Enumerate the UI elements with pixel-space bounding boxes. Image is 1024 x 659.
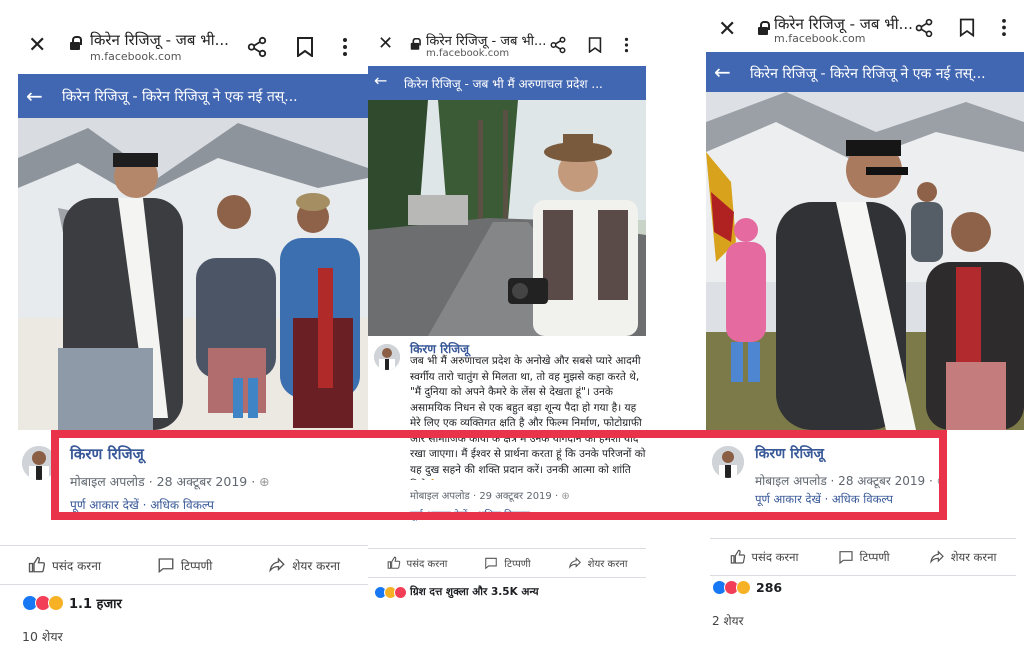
page-url: m.facebook.com	[426, 48, 510, 59]
lock-icon	[758, 21, 770, 39]
love-reaction-icon	[394, 585, 407, 599]
page-url: m.facebook.com	[90, 50, 182, 63]
comment-button[interactable]: टिप्पणी	[484, 556, 531, 570]
share-button[interactable]: शेयर करना	[268, 556, 340, 574]
comment-icon	[158, 558, 174, 574]
lock-icon	[410, 37, 421, 53]
like-icon	[387, 556, 400, 569]
share-button[interactable]: शेयर करना	[568, 556, 628, 570]
post-actions: पसंद करना टिप्पणी शेयर करना	[368, 548, 646, 578]
like-button[interactable]: पसंद करना	[730, 549, 799, 565]
like-label: पसंद करना	[51, 558, 101, 573]
like-label: पसंद करना	[751, 549, 799, 564]
highlight-box	[51, 430, 947, 520]
post-header-bar: ← किरेन रिजिजू - जब भी मैं अरुणाचल प्रदे…	[368, 66, 646, 100]
share-arrow-icon	[269, 557, 285, 573]
reactions-summary[interactable]: ग्रिश दत्त शुक्ला और 3.5K अन्य	[374, 585, 539, 599]
more-icon[interactable]	[624, 37, 629, 53]
post-header-title: किरेन रिजिजू - किरेन रिजिजू ने एक नई तस्…	[750, 66, 986, 82]
comment-label: टिप्पणी	[180, 558, 213, 573]
comment-label: टिप्पणी	[504, 559, 531, 570]
like-icon	[28, 556, 45, 573]
share-icon[interactable]	[914, 18, 934, 38]
bookmark-icon[interactable]	[296, 37, 314, 57]
comment-button[interactable]: टिप्पणी	[838, 549, 890, 565]
more-icon[interactable]	[342, 37, 348, 57]
post-header-title: किरेन रिजिजू - जब भी मैं अरुणाचल प्रदेश …	[404, 77, 603, 91]
share-button[interactable]: शेयर करना	[929, 549, 997, 565]
lock-icon	[70, 36, 82, 54]
post-header-title: किरेन रिजिजू - किरेन रिजिजू ने एक नई तस्…	[62, 89, 298, 105]
reactions-summary[interactable]: 1.1 हजार	[22, 594, 122, 612]
post-header-bar: ← किरेन रिजिजू - किरेन रिजिजू ने एक नई त…	[18, 74, 368, 118]
like-button[interactable]: पसंद करना	[387, 556, 448, 570]
page-title: किरेन रिजिजू - जब भी...	[426, 34, 547, 49]
wow-reaction-icon	[48, 595, 64, 611]
share-arrow-icon	[568, 557, 581, 569]
bookmark-icon[interactable]	[588, 37, 602, 53]
post-photo[interactable]	[368, 100, 646, 336]
share-icon[interactable]	[246, 36, 268, 58]
page-title: किरेन रिजिजू - जब भी...	[774, 15, 913, 33]
wow-reaction-icon	[736, 580, 751, 595]
middle-screenshot-panel: ✕ किरेन रिजिजू - जब भी... m.facebook.com…	[368, 0, 658, 620]
close-icon[interactable]: ✕	[28, 33, 46, 58]
post-header-bar: ← किरेन रिजिजू - किरेन रिजिजू ने एक नई त…	[706, 52, 1024, 92]
share-icon[interactable]	[549, 36, 567, 54]
share-label: शेयर करना	[587, 559, 628, 570]
like-icon	[730, 549, 745, 564]
share-arrow-icon	[929, 550, 944, 564]
reactions-summary[interactable]: 286	[712, 580, 782, 595]
browser-toolbar: ✕ किरेन रिजिजू - जब भी... m.facebook.com	[0, 0, 368, 70]
browser-toolbar: ✕ किरेन रिजिजू - जब भी... m.facebook.com	[368, 0, 658, 70]
share-count[interactable]: 10 शेयर	[22, 628, 63, 645]
like-button[interactable]: पसंद करना	[28, 556, 101, 574]
close-icon[interactable]: ✕	[718, 17, 736, 42]
like-label: पसंद करना	[406, 559, 448, 570]
bookmark-icon[interactable]	[959, 18, 975, 37]
back-arrow-icon[interactable]: ←	[26, 84, 43, 108]
comment-icon	[485, 557, 498, 570]
reactions-count: 286	[756, 580, 783, 595]
avatar[interactable]	[374, 344, 400, 370]
back-arrow-icon[interactable]: ←	[374, 71, 387, 90]
post-actions: पसंद करना टिप्पणी शेयर करना	[0, 545, 368, 585]
comment-label: टिप्पणी	[859, 549, 890, 564]
close-icon[interactable]: ✕	[378, 33, 393, 54]
back-arrow-icon[interactable]: ←	[714, 60, 731, 84]
comment-icon	[838, 551, 853, 565]
more-icon[interactable]	[1001, 18, 1007, 37]
right-screenshot-panel: ✕ किरेन रिजिजू - जब भी... m.facebook.com…	[702, 0, 1024, 659]
post-photo[interactable]	[18, 118, 368, 430]
share-label: शेयर करना	[950, 549, 997, 564]
page-title: किरेन रिजिजू - जब भी...	[90, 31, 229, 49]
post-photo[interactable]	[706, 92, 1024, 430]
reactions-count: ग्रिश दत्त शुक्ला और 3.5K अन्य	[410, 586, 539, 598]
share-count[interactable]: 2 शेयर	[712, 612, 743, 629]
post-actions: पसंद करना टिप्पणी शेयर करना	[710, 538, 1016, 576]
share-label: शेयर करना	[292, 558, 341, 573]
left-screenshot-panel: ✕ किरेन रिजिजू - जब भी... m.facebook.com…	[0, 0, 368, 659]
comment-button[interactable]: टिप्पणी	[157, 556, 212, 574]
reactions-count: 1.1 हजार	[69, 597, 122, 612]
page-url: m.facebook.com	[774, 32, 866, 45]
